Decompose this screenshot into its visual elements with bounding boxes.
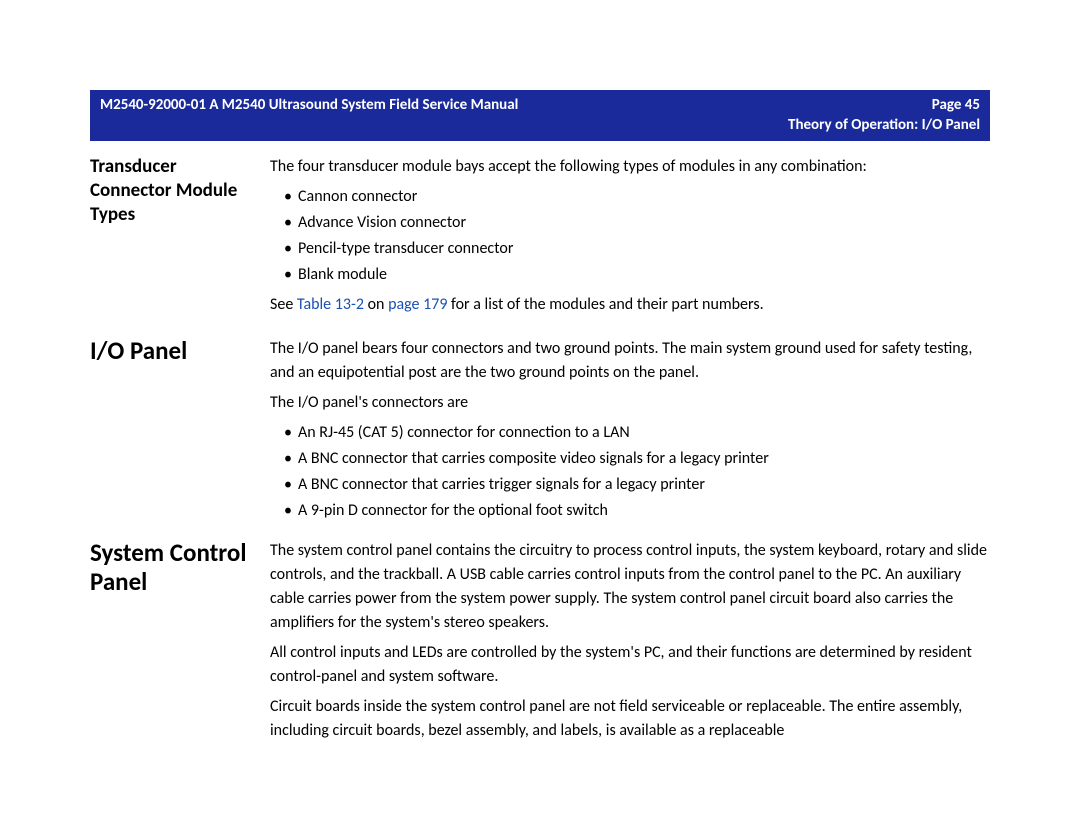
heading-system-control-panel: System Control Panel — [90, 539, 270, 597]
list-item: Pencil-type transducer connector — [284, 237, 990, 261]
list-item: Advance Vision connector — [284, 211, 990, 235]
list-item: A BNC connector that carries composite v… — [284, 447, 990, 471]
list-item: A BNC connector that carries trigger sig… — [284, 473, 990, 497]
iopanel-p2: The I/O panel's connectors are — [270, 391, 990, 415]
section-system-control-panel: System Control Panel The system control … — [90, 539, 990, 749]
iopanel-p1: The I/O panel bears four connectors and … — [270, 337, 990, 385]
list-item: Blank module — [284, 263, 990, 287]
transducer-seealso: See Table 13-2 on page 179 for a list of… — [270, 293, 990, 317]
page: M2540-92000-01 A M2540 Ultrasound System… — [0, 0, 1080, 834]
syscp-p1: The system control panel contains the ci… — [270, 539, 990, 635]
body-transducer: The four transducer module bays accept t… — [270, 155, 990, 323]
transducer-bullets: Cannon connector Advance Vision connecto… — [270, 185, 990, 287]
header-banner: M2540-92000-01 A M2540 Ultrasound System… — [90, 90, 990, 141]
content: Transducer Connector Module Types The fo… — [90, 155, 990, 749]
banner-row-2: Theory of Operation: I/O Panel — [100, 116, 980, 136]
section-transducer: Transducer Connector Module Types The fo… — [90, 155, 990, 323]
heading-transducer: Transducer Connector Module Types — [90, 155, 270, 226]
see-mid: on — [364, 295, 388, 314]
list-item: Cannon connector — [284, 185, 990, 209]
body-io-panel: The I/O panel bears four connectors and … — [270, 337, 990, 529]
iopanel-bullets: An RJ-45 (CAT 5) connector for connectio… — [270, 421, 990, 523]
link-table-13-2[interactable]: Table 13-2 — [297, 295, 364, 314]
syscp-p3: Circuit boards inside the system control… — [270, 695, 990, 743]
syscp-p2: All control inputs and LEDs are controll… — [270, 641, 990, 689]
doc-id-title: M2540-92000-01 A M2540 Ultrasound System… — [100, 96, 518, 116]
list-item: An RJ-45 (CAT 5) connector for connectio… — [284, 421, 990, 445]
list-item: A 9-pin D connector for the optional foo… — [284, 499, 990, 523]
transducer-intro: The four transducer module bays accept t… — [270, 155, 990, 179]
section-path: Theory of Operation: I/O Panel — [788, 116, 980, 134]
page-number: Page 45 — [932, 96, 980, 116]
link-page-179[interactable]: page 179 — [388, 295, 447, 314]
body-system-control-panel: The system control panel contains the ci… — [270, 539, 990, 749]
see-suffix: for a list of the modules and their part… — [447, 295, 763, 314]
heading-io-panel: I/O Panel — [90, 337, 270, 366]
section-io-panel: I/O Panel The I/O panel bears four conne… — [90, 337, 990, 529]
banner-row-1: M2540-92000-01 A M2540 Ultrasound System… — [100, 96, 980, 116]
see-prefix: See — [270, 295, 297, 314]
